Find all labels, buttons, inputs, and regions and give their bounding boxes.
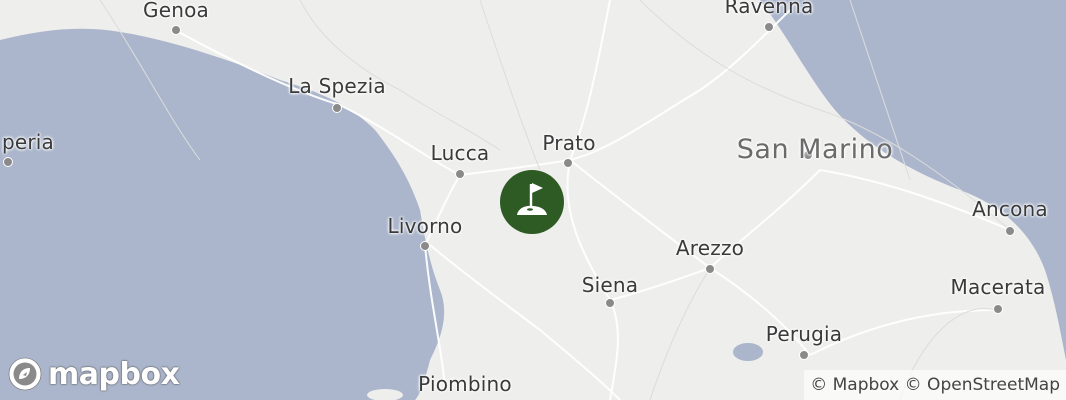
city-label-san-marino: San Marino [736,134,894,165]
city-label-macerata: Macerata [950,275,1046,299]
lake [733,343,763,361]
city-label-lucca: Lucca [430,141,490,165]
attribution-osm-link[interactable]: © OpenStreetMap [905,375,1060,395]
city-dot-siena [605,298,615,308]
city-dot-macerata [993,304,1003,314]
mapbox-logo-icon [8,357,42,391]
city-label-piombino: Piombino [418,372,512,396]
city-label-ancona: Ancona [972,197,1048,221]
mapbox-logo[interactable]: mapbox [6,355,180,393]
city-label-ravenna: Ravenna [724,0,814,18]
city-dot-speria [3,157,13,167]
city-dot-perugia [799,350,809,360]
sea-east [760,0,1066,360]
city-label-arezzo: Arezzo [675,236,745,260]
city-label-la-spezia: La Spezia [288,74,386,98]
city-label-genoa: Genoa [143,0,209,22]
city-label-siena: Siena [581,273,639,297]
city-dot-prato [563,158,573,168]
city-dot-ancona [1005,226,1015,236]
city-dot-lucca [455,169,465,179]
attribution-bar: © Mapbox © OpenStreetMap [804,370,1066,400]
city-label-prato: Prato [542,131,596,155]
city-dot-genoa [171,25,181,35]
city-dot-arezzo [705,264,715,274]
golf-course-marker[interactable] [500,170,564,234]
city-dot-livorno [420,241,430,251]
city-dot-la-spezia [332,103,342,113]
golf-flag-icon [517,183,547,215]
city-label-speria: peria [1,130,55,154]
city-label-livorno: Livorno [387,214,463,238]
map-canvas[interactable]: Genoa La Spezia peria Lucca Prato Ravenna San … [0,0,1066,400]
attribution-mapbox-link[interactable]: © Mapbox [810,375,899,395]
city-label-perugia: Perugia [765,322,843,346]
city-dot-ravenna [764,22,774,32]
mapbox-logo-text: mapbox [48,356,180,392]
